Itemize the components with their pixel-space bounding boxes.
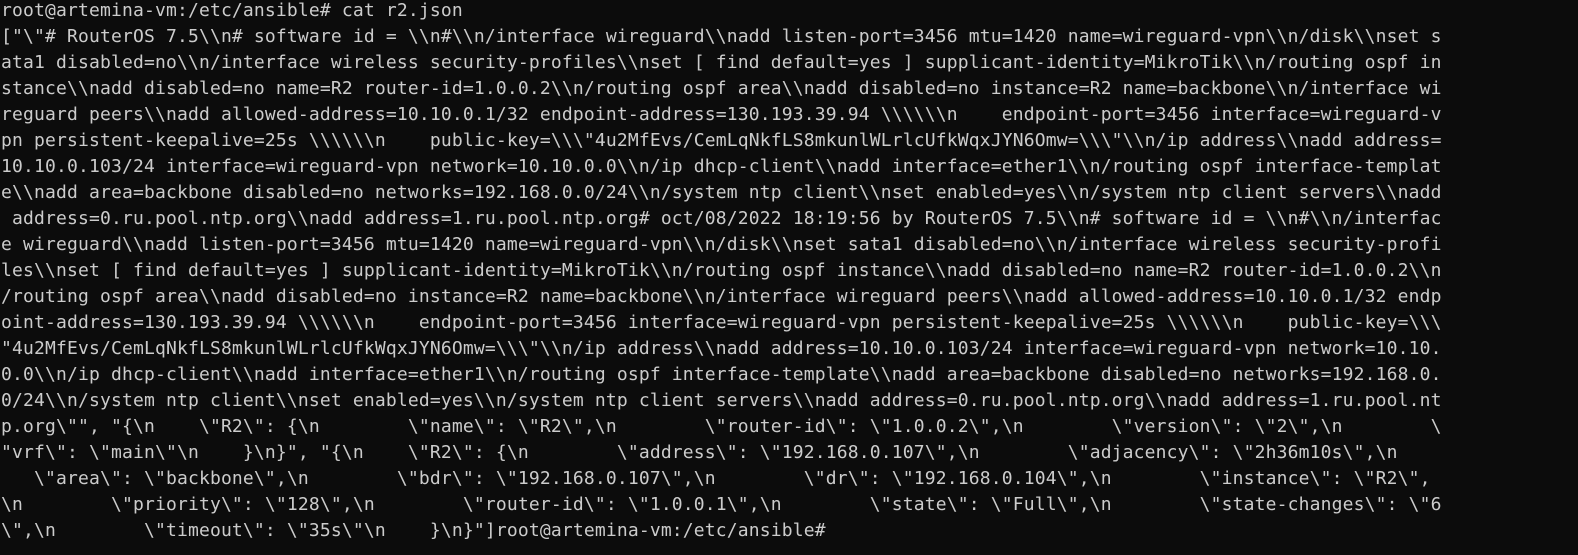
terminal-output-line: oint-address=130.193.39.94 \\\\\\n endpo… bbox=[1, 312, 1442, 333]
terminal-output-line: e wireguard\\nadd listen-port=3456 mtu=1… bbox=[1, 234, 1442, 255]
terminal-output-line: "vrf\": \"main\"\n }\n}", "{\n \"R2\": {… bbox=[1, 442, 1453, 463]
terminal-output-line: les\\nset [ find default=yes ] supplican… bbox=[1, 260, 1442, 281]
terminal-output-line: \"area\": \"backbone\",\n \"bdr\": \"192… bbox=[1, 468, 1431, 489]
terminal-window[interactable]: root@artemina-vm:/etc/ansible# cat r2.js… bbox=[0, 0, 1578, 555]
terminal-output-line: p.org\"", "{\n \"R2\": {\n \"name\": \"R… bbox=[1, 416, 1442, 437]
terminal-output-line: 0.0\\n/ip dhcp-client\\nadd interface=et… bbox=[1, 364, 1442, 385]
terminal-output-line: stance\\nadd disabled=no name=R2 router-… bbox=[1, 78, 1442, 99]
terminal-output-line: ["\"# RouterOS 7.5\\n# software id = \\n… bbox=[1, 26, 1442, 47]
terminal-output-line: reguard peers\\nadd allowed-address=10.1… bbox=[1, 104, 1442, 125]
terminal-prompt-line[interactable]: \",\n \"timeout\": \"35s\"\n }\n}"]root@… bbox=[1, 518, 837, 544]
terminal-output-line: e\\nadd area=backbone disabled=no networ… bbox=[1, 182, 1442, 203]
terminal-output-line: pn persistent-keepalive=25s \\\\\\n publ… bbox=[1, 130, 1442, 151]
terminal-output-line: 0/24\\n/system ntp client\\nset enabled=… bbox=[1, 390, 1442, 411]
terminal-output-line: /routing ospf area\\nadd disabled=no ins… bbox=[1, 286, 1442, 307]
terminal-output-line: 10.10.0.103/24 interface=wireguard-vpn n… bbox=[1, 156, 1442, 177]
terminal-output-line: ata1 disabled=no\\n/interface wireless s… bbox=[1, 52, 1442, 73]
terminal-output-line: \n \"priority\": \"128\",\n \"router-id\… bbox=[1, 494, 1442, 515]
terminal-output-line: address=0.ru.pool.ntp.org\\nadd address=… bbox=[1, 208, 1442, 229]
terminal-command-line: root@artemina-vm:/etc/ansible# cat r2.js… bbox=[1, 0, 463, 21]
terminal-output-line: "4u2MfEvs/CemLqNkfLS8mkunlWLrlcUfkWqxJYN… bbox=[1, 338, 1442, 359]
